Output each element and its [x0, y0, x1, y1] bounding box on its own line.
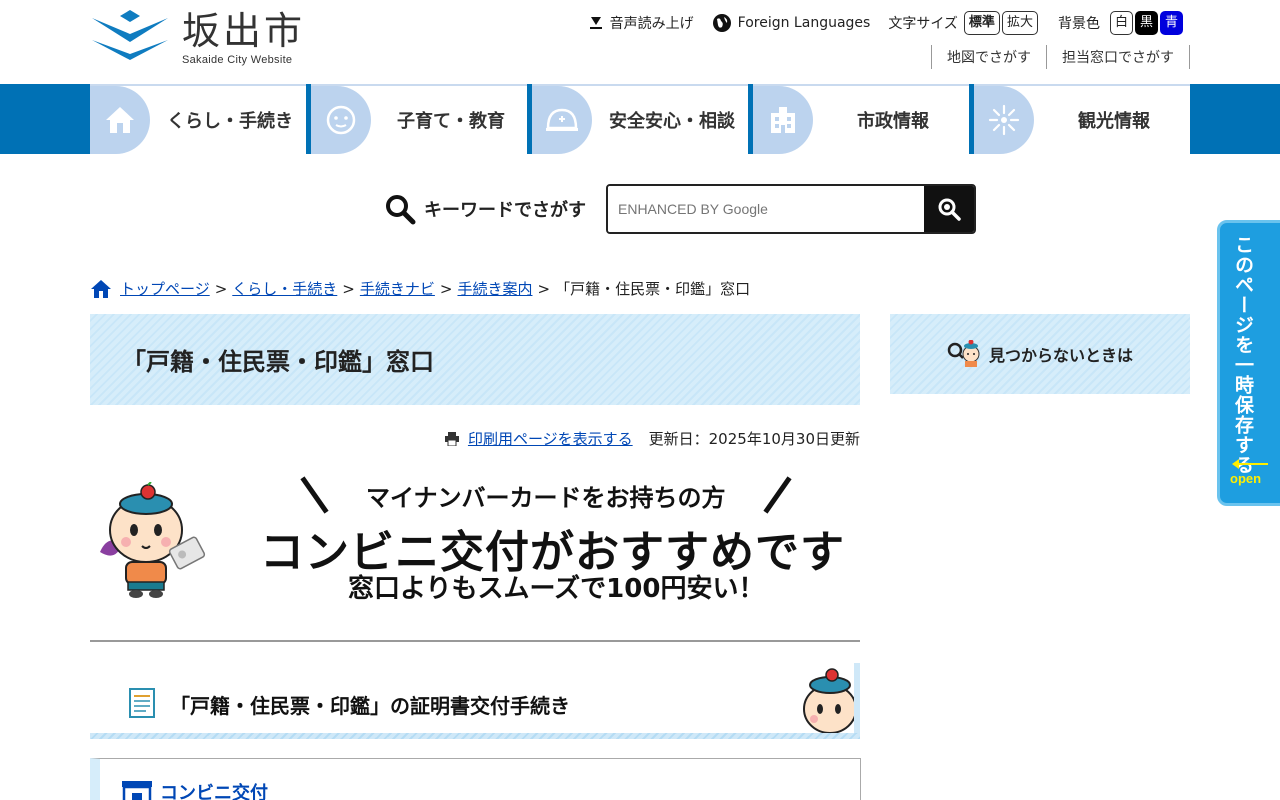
bg-color-label: 背景色 — [1057, 16, 1100, 32]
open-label: open — [1230, 471, 1262, 486]
search-input[interactable] — [608, 186, 924, 232]
bg-black-button[interactable]: 黒 — [1134, 11, 1158, 35]
save-page-label: このページを一時保存する — [1232, 235, 1254, 475]
search-button[interactable] — [924, 186, 974, 232]
breadcrumb-current: 「戸籍・住民票・印鑑」窓口 — [555, 280, 751, 298]
globe-icon — [712, 14, 731, 32]
convenience-store-banner[interactable]: マイナンバーカードをお持ちの方 コンビニ交付がおすすめです 窓口よりもスムーズで… — [90, 470, 860, 610]
search-box — [606, 184, 976, 234]
mascot-peek-icon — [803, 668, 854, 733]
breadcrumb-procedure-navi[interactable]: 手続きナビ — [360, 278, 435, 299]
subsection-title: コンビニ交付 — [160, 783, 268, 800]
bg-blue-button[interactable]: 青 — [1159, 11, 1183, 35]
site-logo[interactable]: 坂出市 Sakaide City Website — [90, 10, 305, 66]
mascot-card-icon — [100, 482, 206, 598]
baby-icon — [326, 105, 356, 135]
search-label: キーワードでさがす — [384, 193, 586, 225]
site-title: 坂出市 — [182, 9, 306, 53]
home-icon[interactable] — [90, 279, 112, 299]
font-standard-button[interactable]: 標準 — [963, 11, 1000, 35]
font-large-button[interactable]: 拡大 — [1001, 11, 1038, 35]
section-heading: 「戸籍・住民票・印鑑」の証明書交付手続き — [90, 663, 860, 739]
map-search-link[interactable]: 地図でさがす — [931, 45, 1046, 69]
store-icon — [122, 781, 152, 800]
helmet-icon — [546, 108, 578, 131]
banner-accent-right — [763, 476, 792, 514]
site-header: 坂出市 Sakaide City Website 音声読み上げ Foreign … — [0, 0, 1280, 84]
print-page-link[interactable]: 印刷用ページを表示する — [468, 428, 633, 449]
breadcrumb-top[interactable]: トップページ — [120, 278, 210, 299]
section-title: 「戸籍・住民票・印鑑」の証明書交付手続き — [170, 694, 570, 718]
header-sublinks: 地図でさがす 担当窓口でさがす — [931, 45, 1190, 69]
house-icon — [106, 107, 134, 133]
not-found-button[interactable]: 見つからないときは — [890, 314, 1190, 394]
magnifier-icon — [386, 195, 416, 225]
building-icon — [771, 107, 795, 133]
breadcrumb-procedure-guide[interactable]: 手続き案内 — [457, 278, 532, 299]
download-arrow-icon — [589, 17, 602, 29]
foreign-languages-link[interactable]: Foreign Languages — [712, 13, 870, 33]
gnav-item-tourism[interactable]: 観光情報 — [974, 84, 1190, 154]
site-subtitle: Sakaide City Website — [182, 54, 293, 66]
save-page-tab[interactable]: このページを一時保存する open — [1217, 220, 1280, 506]
page-title-box: 「戸籍・住民票・印鑑」窓口 — [90, 314, 860, 405]
office-search-link[interactable]: 担当窓口でさがす — [1046, 45, 1190, 69]
firework-icon — [988, 104, 1020, 136]
print-line: 印刷用ページを表示する 更新日：2025年10月30日更新 — [444, 428, 860, 449]
document-icon — [129, 688, 155, 718]
gnav-item-citygov[interactable]: 市政情報 — [753, 84, 969, 154]
utility-bar: 音声読み上げ Foreign Languages 文字サイズ 標準 拡大 背景色… — [588, 10, 1185, 36]
breadcrumb: トップページ > くらし・手続き > 手続きナビ > 手続き案内 > 「戸籍・住… — [90, 278, 750, 299]
keyword-search: キーワードでさがす — [384, 184, 976, 234]
voice-read-link[interactable]: 音声読み上げ — [588, 13, 694, 33]
printer-icon — [444, 431, 459, 446]
updated-date: 更新日：2025年10月30日更新 — [648, 430, 860, 448]
gnav-item-safety[interactable]: 安全安心・相談 — [532, 84, 748, 154]
section-edge — [854, 663, 860, 733]
gnav-item-living[interactable]: くらし・手続き — [90, 84, 306, 154]
mascot-search-icon — [947, 340, 980, 367]
banner-line1: マイナンバーカードをお持ちの方 — [366, 484, 726, 512]
banner-line3: 窓口よりもスムーズで100円安い！ — [348, 574, 765, 604]
gnav-item-childcare[interactable]: 子育て・教育 — [311, 84, 527, 154]
subsection-convenience: コンビニ交付 — [90, 758, 861, 800]
search-icon — [938, 198, 961, 221]
banner-accent-left — [300, 476, 329, 514]
global-nav: くらし・手続き 子育て・教育 安全安心・相談 市政情報 観光情報 — [0, 84, 1280, 154]
page-title: 「戸籍・住民票・印鑑」窓口 — [122, 348, 434, 376]
font-size-label: 文字サイズ — [888, 16, 958, 32]
breadcrumb-living[interactable]: くらし・手続き — [232, 278, 337, 299]
city-emblem-icon — [92, 10, 168, 60]
arrow-left-icon — [1232, 459, 1268, 469]
bg-white-button[interactable]: 白 — [1109, 11, 1133, 35]
content-divider — [90, 640, 860, 642]
